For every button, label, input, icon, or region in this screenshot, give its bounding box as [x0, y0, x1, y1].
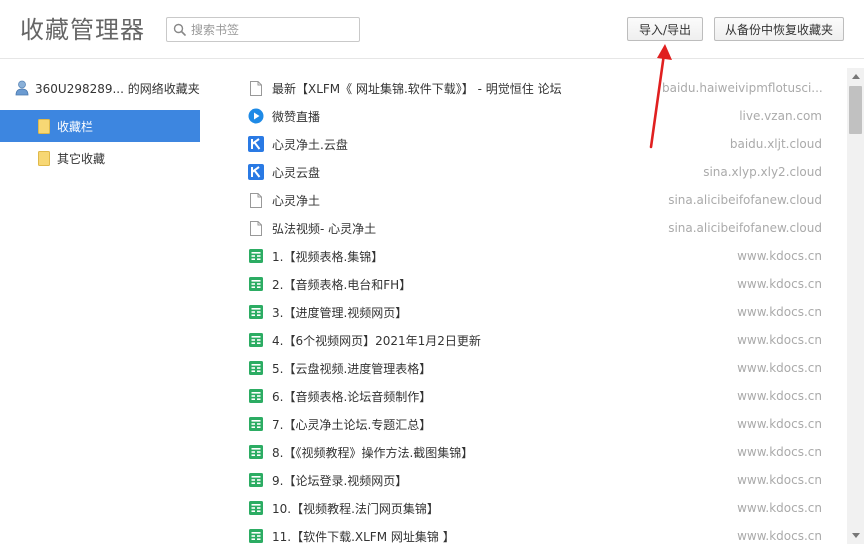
page-icon — [248, 192, 264, 208]
folder-icon — [38, 150, 50, 166]
bookmark-url: sina.xlyp.xly2.cloud — [703, 165, 822, 179]
kdocs-icon — [248, 388, 264, 404]
import-export-button[interactable]: 导入/导出 — [627, 17, 703, 41]
bookmark-row[interactable]: 心灵云盘 sina.xlyp.xly2.cloud — [236, 158, 834, 186]
bookmark-row[interactable]: 7.【心灵净土论坛.专题汇总】 www.kdocs.cn — [236, 410, 834, 438]
sidebar-item-label: 其它收藏 — [57, 151, 106, 166]
bookmark-title: 微赞直播 — [272, 109, 321, 124]
scroll-down-arrow-icon[interactable] — [847, 527, 864, 544]
scroll-up-arrow-icon[interactable] — [847, 68, 864, 85]
bookmark-title: 11.【软件下载.XLFM 网址集锦 】 — [272, 529, 455, 544]
bookmark-row[interactable]: 11.【软件下载.XLFM 网址集锦 】 www.kdocs.cn — [236, 522, 834, 544]
user-icon — [15, 80, 29, 96]
kdocs-icon — [248, 528, 264, 544]
bookmark-title: 7.【心灵净土论坛.专题汇总】 — [272, 417, 432, 432]
kdocs-icon — [248, 472, 264, 488]
search-input[interactable] — [191, 22, 351, 37]
bookmark-url: sina.alicibeifofanew.cloud — [668, 193, 822, 207]
kdocs-icon — [248, 444, 264, 460]
bookmark-row[interactable]: 9.【论坛登录.视频网页】 www.kdocs.cn — [236, 466, 834, 494]
bookmark-url: www.kdocs.cn — [737, 473, 822, 487]
kdocs-icon — [248, 304, 264, 320]
kdocs-icon — [248, 276, 264, 292]
bookmark-title: 1.【视频表格.集锦】 — [272, 249, 384, 264]
scroll-thumb[interactable] — [849, 86, 862, 134]
account-row[interactable]: 360U298289... 的网络收藏夹 — [0, 70, 200, 106]
bookmark-url: baidu.xljt.cloud — [729, 137, 822, 151]
bookmark-title: 8.【《视频教程》操作方法.截图集锦】 — [272, 445, 474, 460]
sidebar: 360U298289... 的网络收藏夹 收藏栏 其它收藏 — [0, 60, 200, 544]
bookmark-row[interactable]: 5.【云盘视频.进度管理表格】 www.kdocs.cn — [236, 354, 834, 382]
bookmark-row[interactable]: 8.【《视频教程》操作方法.截图集锦】 www.kdocs.cn — [236, 438, 834, 466]
bookmark-url: www.kdocs.cn — [737, 529, 822, 543]
bookmark-title: 5.【云盘视频.进度管理表格】 — [272, 361, 432, 376]
page-icon — [248, 80, 264, 96]
bookmark-url: www.kdocs.cn — [737, 389, 822, 403]
bookmark-title: 心灵净土 — [272, 193, 321, 208]
account-label: 360U298289... 的网络收藏夹 — [35, 81, 200, 96]
sidebar-item-bookmarks-bar[interactable]: 收藏栏 — [0, 110, 200, 142]
bookmark-url: baidu.haiweivipmflotusci... — [662, 81, 822, 95]
search-box[interactable] — [166, 17, 360, 42]
bookmark-title: 6.【音频表格.论坛音频制作】 — [272, 389, 432, 404]
bookmark-row[interactable]: 心灵净土.云盘 baidu.xljt.cloud — [236, 130, 834, 158]
bookmark-title: 4.【6个视频网页】2021年1月2日更新 — [272, 333, 481, 348]
bookmark-title: 10.【视频教程.法门网页集锦】 — [272, 501, 439, 516]
bookmark-row[interactable]: 最新【XLFM《 网址集锦.软件下载》】 - 明觉恒住 论坛 baidu.hai… — [236, 74, 834, 102]
kdocs-icon — [248, 248, 264, 264]
kdocs-icon — [248, 332, 264, 348]
bookmark-row[interactable]: 弘法视频- 心灵净土 sina.alicibeifofanew.cloud — [236, 214, 834, 242]
bookmark-url: www.kdocs.cn — [737, 277, 822, 291]
bookmark-list: 最新【XLFM《 网址集锦.软件下载》】 - 明觉恒住 论坛 baidu.hai… — [236, 74, 834, 544]
bookmark-row[interactable]: 1.【视频表格.集锦】 www.kdocs.cn — [236, 242, 834, 270]
restore-from-backup-button[interactable]: 从备份中恢复收藏夹 — [714, 17, 844, 41]
folder-icon — [38, 118, 50, 134]
bookmark-title: 心灵云盘 — [272, 165, 321, 180]
bookmark-url: www.kdocs.cn — [737, 333, 822, 347]
bookmark-title: 2.【音频表格.电台和FH】 — [272, 277, 412, 292]
search-icon — [173, 23, 186, 36]
page-title: 收藏管理器 — [20, 16, 145, 44]
sidebar-item-other-bookmarks[interactable]: 其它收藏 — [0, 142, 200, 174]
bookmark-title: 最新【XLFM《 网址集锦.软件下载》】 - 明觉恒住 论坛 — [272, 81, 562, 96]
bookmark-row[interactable]: 10.【视频教程.法门网页集锦】 www.kdocs.cn — [236, 494, 834, 522]
vzan-icon — [248, 108, 264, 124]
bookmark-row[interactable]: 6.【音频表格.论坛音频制作】 www.kdocs.cn — [236, 382, 834, 410]
page-icon — [248, 220, 264, 236]
bookmark-url: www.kdocs.cn — [737, 249, 822, 263]
bookmark-url: www.kdocs.cn — [737, 417, 822, 431]
bookmark-row[interactable]: 2.【音频表格.电台和FH】 www.kdocs.cn — [236, 270, 834, 298]
bookmark-url: www.kdocs.cn — [737, 305, 822, 319]
bookmark-row[interactable]: 4.【6个视频网页】2021年1月2日更新 www.kdocs.cn — [236, 326, 834, 354]
bookmark-url: www.kdocs.cn — [737, 501, 822, 515]
bookmark-title: 3.【进度管理.视频网页】 — [272, 305, 408, 320]
header: 收藏管理器 导入/导出 从备份中恢复收藏夹 — [0, 0, 864, 59]
bookmark-url: www.kdocs.cn — [737, 361, 822, 375]
bookmark-title: 心灵净土.云盘 — [272, 137, 348, 152]
k-icon — [248, 136, 264, 152]
sidebar-item-label: 收藏栏 — [57, 119, 94, 134]
bookmark-row[interactable]: 心灵净土 sina.alicibeifofanew.cloud — [236, 186, 834, 214]
bookmark-title: 弘法视频- 心灵净土 — [272, 221, 377, 236]
bookmark-title: 9.【论坛登录.视频网页】 — [272, 473, 408, 488]
bookmark-url: www.kdocs.cn — [737, 445, 822, 459]
bookmark-url: sina.alicibeifofanew.cloud — [668, 221, 822, 235]
kdocs-icon — [248, 416, 264, 432]
kdocs-icon — [248, 500, 264, 516]
scrollbar[interactable] — [847, 68, 864, 544]
bookmark-url: live.vzan.com — [739, 109, 822, 123]
kdocs-icon — [248, 360, 264, 376]
bookmark-row[interactable]: 微赞直播 live.vzan.com — [236, 102, 834, 130]
bookmark-row[interactable]: 3.【进度管理.视频网页】 www.kdocs.cn — [236, 298, 834, 326]
k-icon — [248, 164, 264, 180]
